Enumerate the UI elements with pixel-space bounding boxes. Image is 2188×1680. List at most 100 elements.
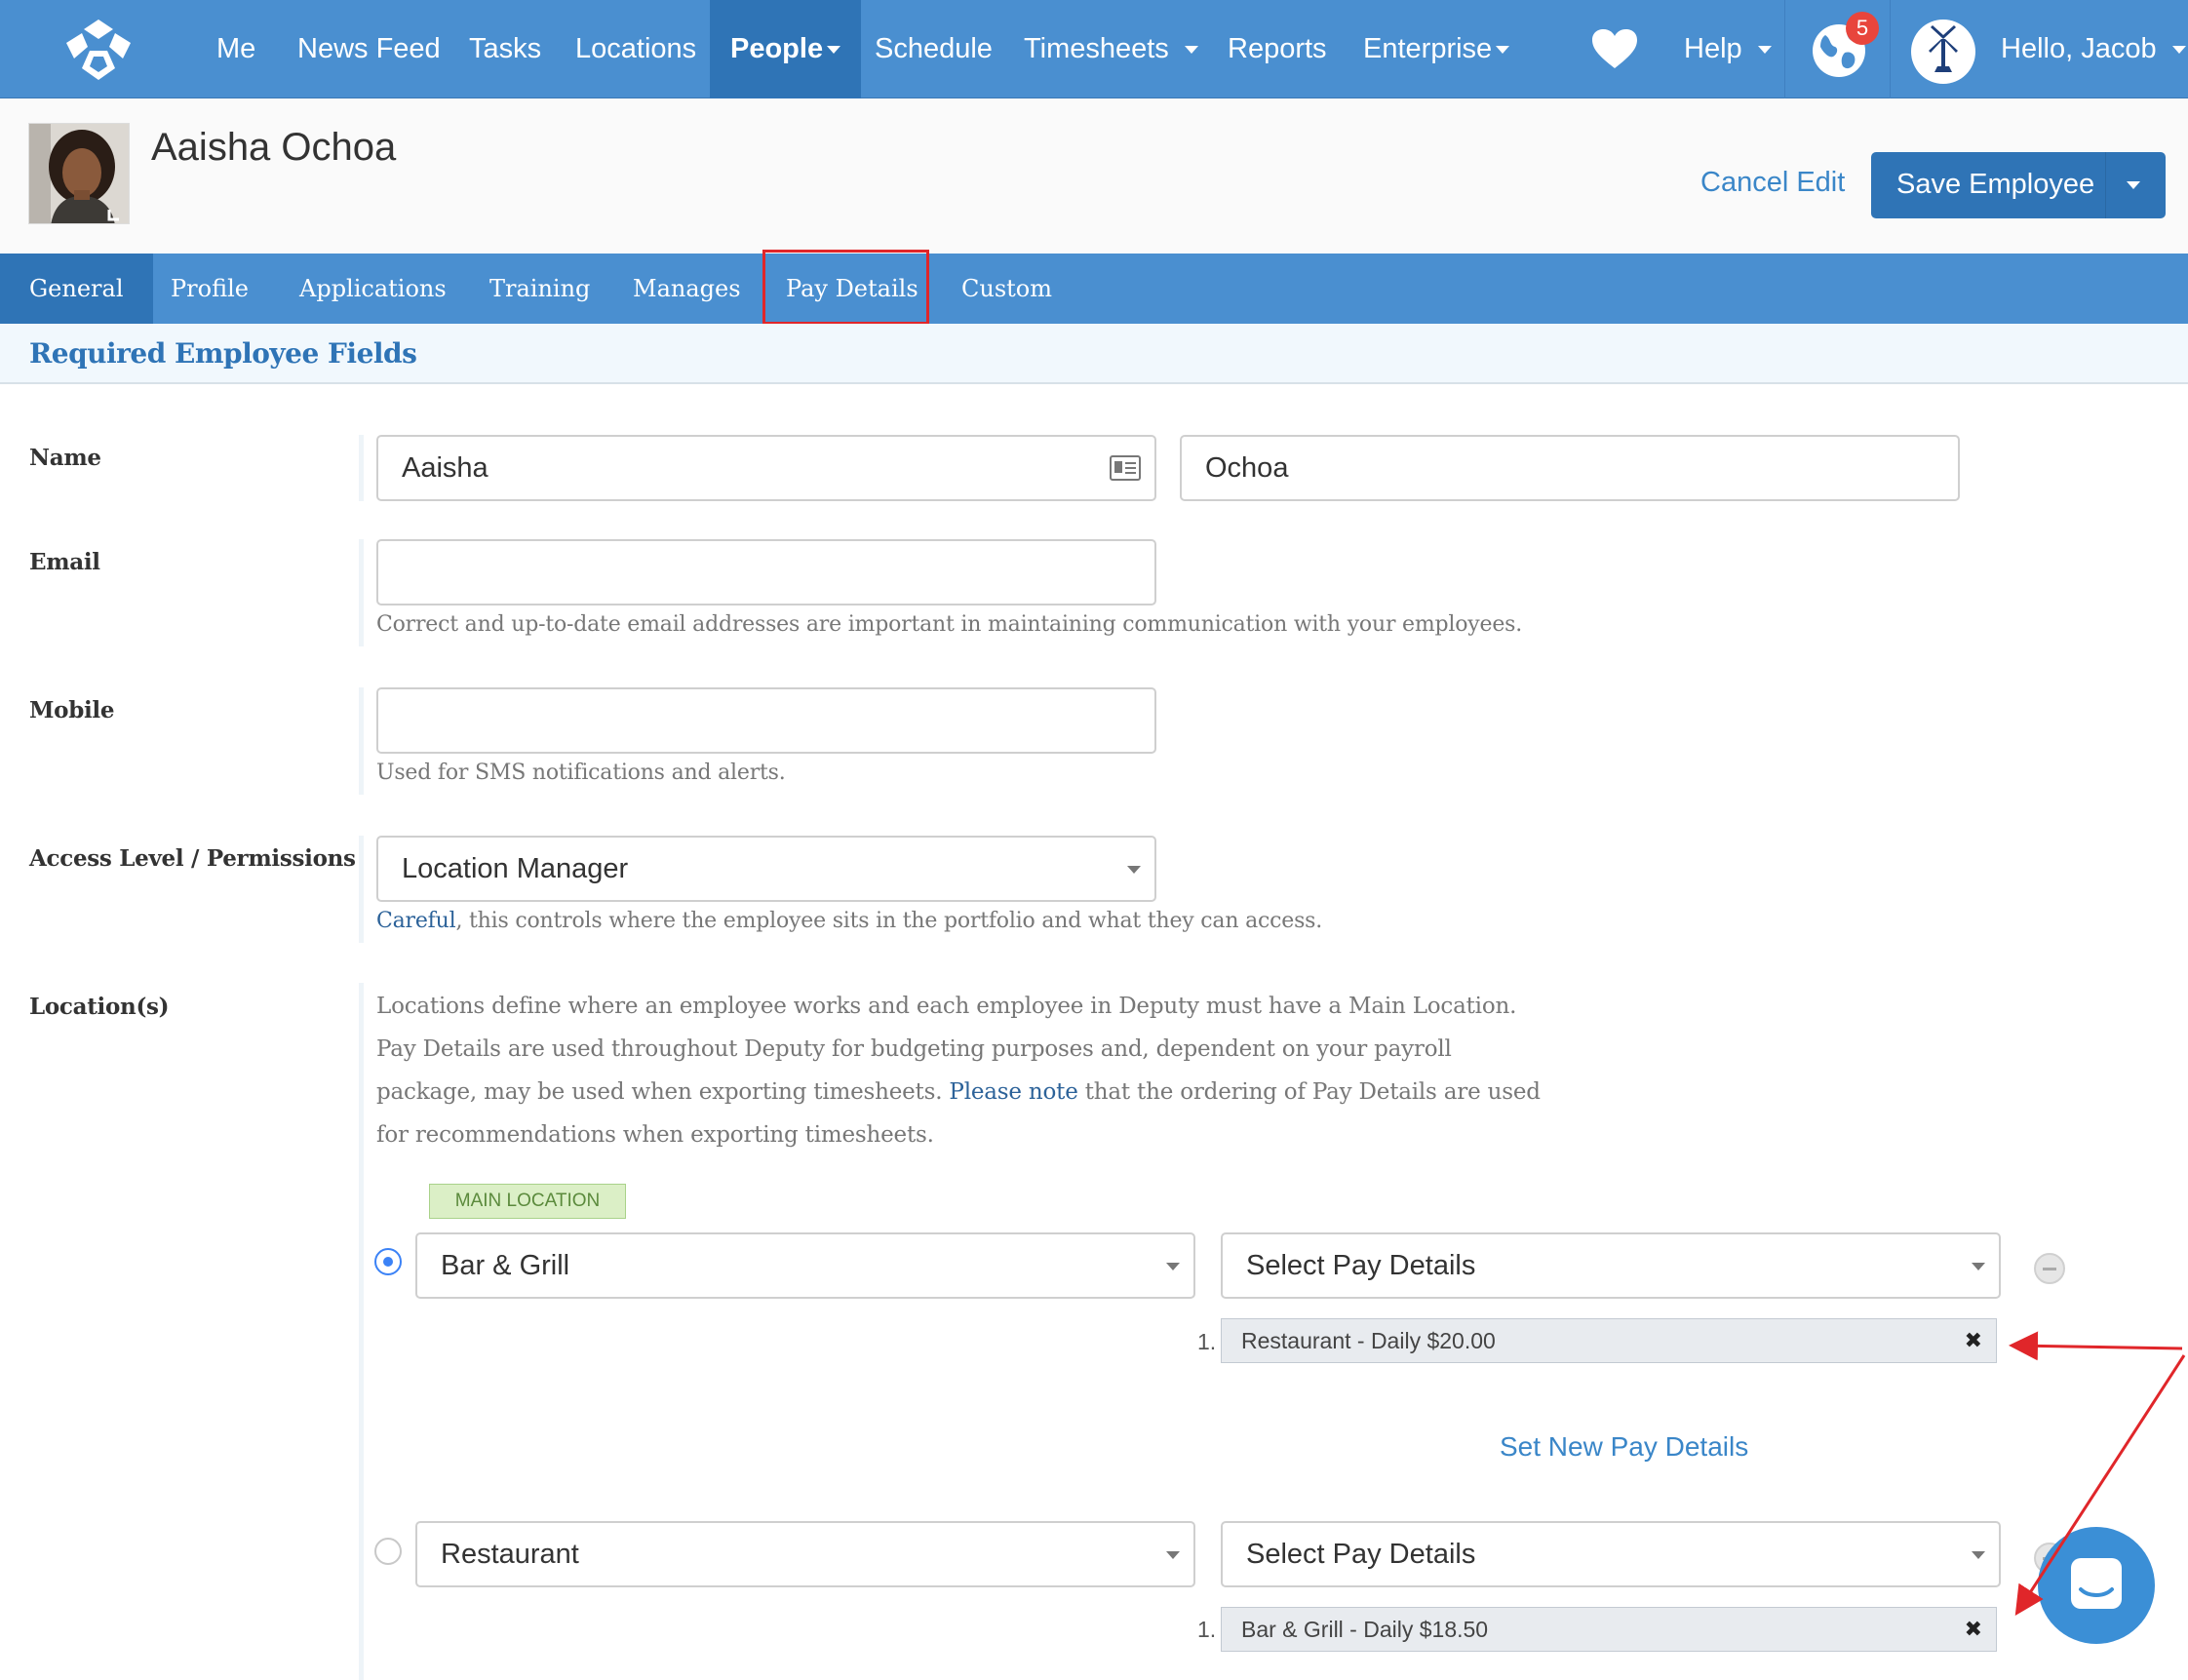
nav-people[interactable]: People [710,0,862,98]
section-title: Required Employee Fields [29,337,417,370]
field-indicator-bar [359,539,364,646]
cancel-edit-link[interactable]: Cancel Edit [1700,167,1845,199]
access-help-rest: , this controls where the employee sits … [455,909,1323,933]
tab-applications[interactable]: Applications [299,254,447,324]
mobile-field[interactable] [376,687,1156,754]
pay-detail-label: Restaurant - Daily $20.00 [1241,1328,1496,1353]
nav-tasks[interactable]: Tasks [469,0,541,98]
main-location-radio[interactable] [374,1538,402,1565]
remove-pay-detail-icon[interactable]: ✖ [1965,1608,1982,1651]
pay-details-select[interactable]: Select Pay Details [1221,1232,2001,1299]
email-help-text: Correct and up-to-date email addresses a… [376,612,1523,637]
chevron-down-icon [1496,46,1510,55]
location-select-value: Bar & Grill [441,1250,570,1281]
last-name-value: Ochoa [1205,452,1289,484]
notifications-badge: 5 [1846,12,1879,45]
location-select-value: Restaurant [441,1539,579,1570]
chevron-down-icon [1184,46,1198,55]
email-label: Email [29,549,100,575]
remove-pay-detail-icon[interactable]: ✖ [1965,1319,1982,1362]
deputy-logo-icon[interactable] [64,18,133,82]
chevron-down-icon [2171,46,2186,55]
locations-label: Location(s) [29,994,170,1020]
pay-item-number: 1. [1197,1617,1217,1642]
access-level-help: Careful, this controls where the employe… [376,909,1322,933]
tab-general[interactable]: General [0,254,153,324]
nav-help-label: Help [1684,33,1742,64]
chat-icon [2071,1558,2122,1609]
field-indicator-bar [359,435,364,501]
pay-details-select[interactable]: Select Pay Details [1221,1521,2001,1587]
main-location-radio[interactable] [374,1248,402,1275]
nav-enterprise-label: Enterprise [1363,33,1493,64]
locations-help-text: Locations define where an employee works… [376,985,1546,1156]
employee-tabs: General Profile Applications Training Ma… [0,254,2188,324]
chevron-down-icon [1166,1263,1180,1270]
tab-profile[interactable]: Profile [171,254,249,324]
save-employee-button[interactable]: Save Employee [1871,152,2166,218]
main-location-tag: MAIN LOCATION [429,1184,626,1219]
employee-name: Aaisha Ochoa [151,126,397,169]
name-label: Name [29,445,101,471]
button-divider [2105,152,2106,218]
save-employee-label: Save Employee [1896,169,2095,200]
user-greeting: Hello, Jacob [2001,33,2157,64]
set-new-pay-details-link[interactable]: Set New Pay Details [1500,1431,1748,1463]
tab-custom[interactable]: Custom [961,254,1052,324]
employee-photo[interactable] [28,123,130,224]
access-level-value: Location Manager [402,853,629,884]
pay-item-number: 1. [1197,1329,1217,1354]
nav-news-feed[interactable]: News Feed [297,0,441,98]
field-indicator-bar [359,687,364,795]
section-header: Required Employee Fields [0,324,2188,384]
chevron-down-icon [1972,1263,1985,1270]
nav-divider [1890,0,1891,98]
locations-help-note[interactable]: Please note [949,1079,1077,1105]
field-indicator-bar [359,983,364,1680]
nav-schedule[interactable]: Schedule [875,0,993,98]
tab-pay-details[interactable]: Pay Details [786,254,918,324]
user-menu[interactable]: Hello, Jacob [2001,0,2186,98]
tab-training[interactable]: Training [489,254,590,324]
access-level-label: Access Level / Permissions [29,845,356,872]
nav-timesheets[interactable]: Timesheets [1024,0,1198,98]
pay-detail-item: Restaurant - Daily $20.00 ✖ [1221,1318,1997,1363]
nav-locations[interactable]: Locations [575,0,696,98]
chevron-down-icon [1972,1551,1985,1559]
nav-me[interactable]: Me [216,0,255,98]
pay-detail-label: Bar & Grill - Daily $18.50 [1241,1617,1489,1642]
first-name-field[interactable]: Aaisha [376,435,1156,501]
pay-details-select-value: Select Pay Details [1246,1539,1476,1570]
contact-card-icon[interactable] [1110,455,1141,481]
nav-divider [1784,0,1785,98]
nav-reports[interactable]: Reports [1228,0,1327,98]
nav-help[interactable]: Help [1684,0,1772,98]
email-field[interactable] [376,539,1156,606]
top-navigation: Me News Feed Tasks Locations People Sche… [0,0,2188,98]
access-help-emphasis: Careful [376,909,456,933]
access-level-select[interactable]: Location Manager [376,836,1156,902]
nav-enterprise[interactable]: Enterprise [1363,0,1510,98]
last-name-field[interactable]: Ochoa [1180,435,1960,501]
chevron-down-icon [1127,866,1141,874]
employee-header: Aaisha Ochoa Cancel Edit Save Employee [0,98,2188,254]
chevron-down-icon [827,46,841,55]
nav-timesheets-label: Timesheets [1024,33,1169,64]
remove-location-button[interactable] [2034,1253,2065,1284]
mobile-label: Mobile [29,697,115,723]
location-select[interactable]: Bar & Grill [415,1232,1195,1299]
field-indicator-bar [359,836,364,943]
chevron-down-icon[interactable] [2127,181,2140,189]
tab-manages[interactable]: Manages [633,254,741,324]
mobile-help-text: Used for SMS notifications and alerts. [376,761,786,785]
pay-details-select-value: Select Pay Details [1246,1250,1476,1281]
chevron-down-icon [1166,1551,1180,1559]
pay-detail-item: Bar & Grill - Daily $18.50 ✖ [1221,1607,1997,1652]
chat-launcher-button[interactable] [2038,1527,2155,1644]
heart-icon[interactable] [1591,28,1638,69]
nav-people-label: People [730,33,824,64]
chevron-down-icon [1757,46,1772,55]
company-avatar-icon[interactable] [1911,20,1975,84]
first-name-value: Aaisha [402,452,488,484]
location-select[interactable]: Restaurant [415,1521,1195,1587]
